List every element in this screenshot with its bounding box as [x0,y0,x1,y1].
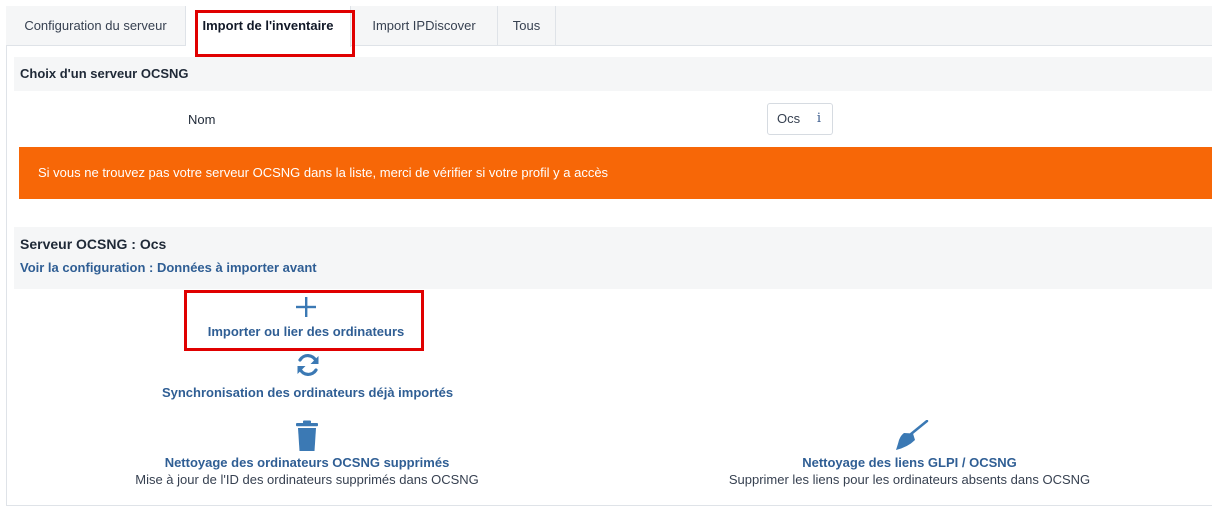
tab-server-configuration[interactable]: Configuration du serveur [6,6,186,46]
tab-bar: Configuration du serveur Import de l'inv… [6,6,1212,47]
server-name-label: Nom [188,112,216,127]
server-info-block [14,227,1212,289]
import-link-computers-action[interactable]: Importer ou lier des ordinateurs [190,296,422,339]
tab-inventory-import[interactable]: Import de l'inventaire [186,6,351,47]
clean-glpi-ocsng-links-action[interactable]: Nettoyage des liens GLPI / OCSNG Supprim… [697,420,1122,487]
import-link-computers-label: Importer ou lier des ordinateurs [207,324,405,339]
view-configuration-link[interactable]: Voir la configuration : Données à import… [20,260,317,275]
clean-deleted-computers-label: Nettoyage des ordinateurs OCSNG supprimé… [164,455,450,470]
sync-computers-action[interactable]: Synchronisation des ordinateurs déjà imp… [140,353,475,400]
tab-ipdiscover-import[interactable]: Import IPDiscover [351,6,498,46]
trash-icon [296,420,318,451]
clean-deleted-computers-action[interactable]: Nettoyage des ordinateurs OCSNG supprimé… [102,420,512,487]
info-button[interactable]: i [806,103,833,135]
broom-icon [895,420,928,450]
server-choice-heading: Choix d'un serveur OCSNG [14,57,1212,91]
clean-deleted-computers-description: Mise à jour de l'ID des ordinateurs supp… [135,472,479,487]
sync-icon [297,354,318,376]
sync-computers-label: Synchronisation des ordinateurs déjà imp… [161,385,454,400]
plus-icon [296,297,316,317]
clean-glpi-ocsng-links-label: Nettoyage des liens GLPI / OCSNG [802,455,1017,470]
clean-glpi-ocsng-links-description: Supprimer les liens pour les ordinateurs… [728,472,1091,487]
tab-all[interactable]: Tous [498,6,556,46]
server-title: Serveur OCSNG : Ocs [20,236,167,252]
access-warning-alert: Si vous ne trouvez pas votre serveur OCS… [19,147,1212,199]
server-select[interactable]: Ocs▼ [767,103,807,155]
server-select-value: Ocs [777,111,801,126]
